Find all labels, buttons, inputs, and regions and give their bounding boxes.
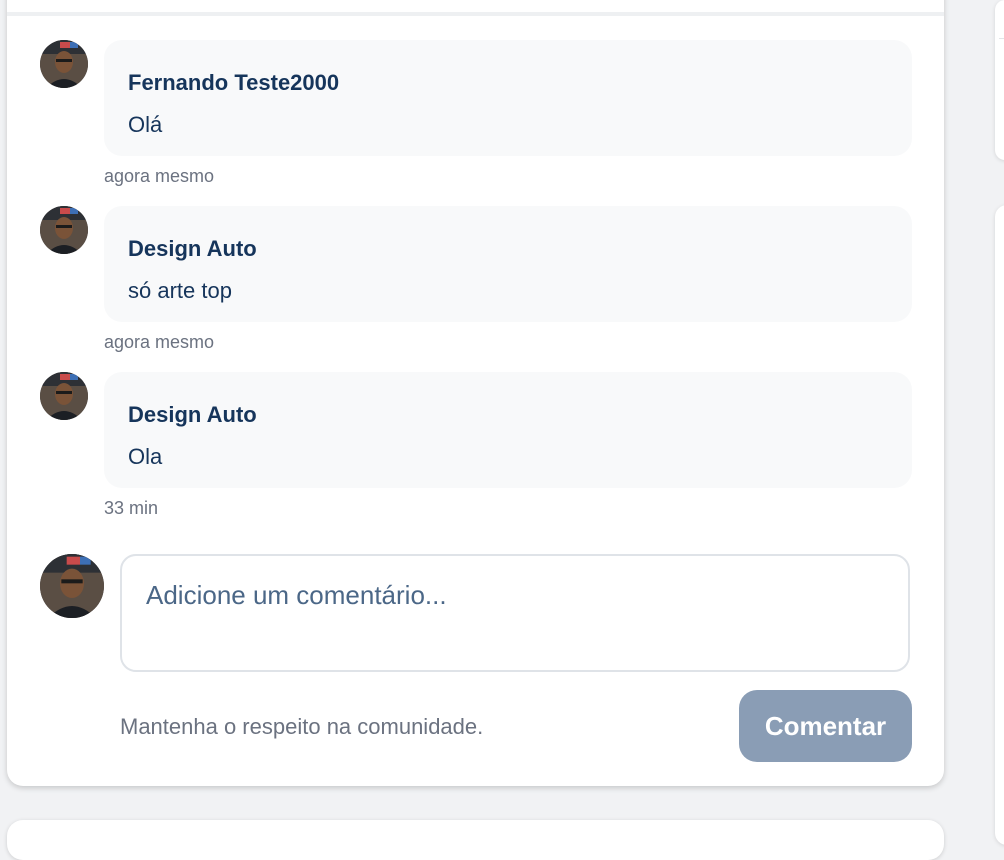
side-panel [995, 0, 1004, 160]
avatar[interactable] [40, 40, 88, 88]
comment-timestamp: agora mesmo [104, 332, 215, 352]
comment-input[interactable] [122, 556, 908, 670]
comment-timestamp: 33 min [104, 498, 159, 518]
avatar[interactable] [40, 372, 88, 420]
comment-author[interactable]: Design Auto [128, 236, 257, 262]
user-avatar-icon [40, 206, 88, 254]
next-post-card [7, 820, 944, 860]
comment-text: só arte top [128, 278, 232, 303]
comment-bubble: Design Auto só arte top [104, 206, 912, 322]
comment-bubble: Design Auto Ola [104, 372, 912, 488]
user-avatar-icon [40, 554, 104, 618]
comment-author[interactable]: Design Auto [128, 402, 257, 428]
user-avatar-icon [40, 40, 88, 88]
side-panel [995, 205, 1004, 845]
comment-author[interactable]: Fernando Teste2000 [128, 70, 339, 96]
comment-text: Olá [128, 112, 163, 137]
comment-text: Ola [128, 444, 163, 469]
avatar[interactable] [40, 206, 88, 254]
comment-submit-button[interactable]: Comentar [739, 690, 912, 762]
user-avatar-icon [40, 372, 88, 420]
card-divider [7, 12, 944, 16]
comment-input-wrapper [120, 554, 910, 672]
community-hint: Mantenha o respeito na comunidade. [120, 714, 484, 739]
comment-bubble: Fernando Teste2000 Olá [104, 40, 912, 156]
comment-timestamp: agora mesmo [104, 166, 215, 186]
current-user-avatar [40, 554, 104, 618]
side-panel-divider [999, 38, 1004, 39]
